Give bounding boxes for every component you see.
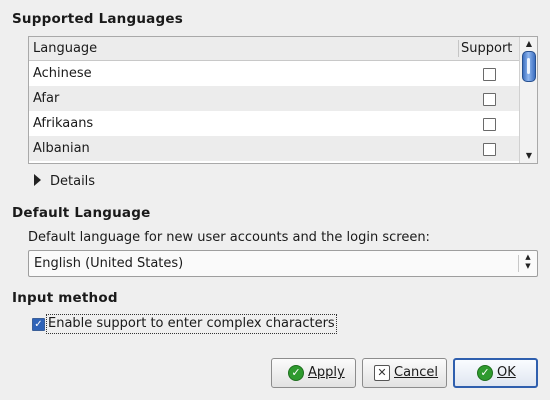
complex-characters-checkbox[interactable]: ✓ (32, 318, 45, 331)
language-name: Afrikaans (33, 116, 94, 131)
support-checkbox[interactable] (483, 93, 496, 106)
vertical-scrollbar[interactable]: ▲ ▼ (519, 37, 537, 163)
support-checkbox[interactable] (483, 68, 496, 81)
check-circle-icon: ✓ (288, 365, 304, 381)
table-row[interactable]: Achinese (29, 61, 519, 86)
scrollbar-thumb[interactable] (522, 51, 536, 82)
table-row[interactable]: Afrikaans (29, 111, 519, 136)
check-circle-icon: ✓ (477, 365, 493, 381)
language-name: Afar (33, 91, 60, 106)
scroll-up-arrow-icon[interactable]: ▲ (520, 38, 538, 50)
default-language-select[interactable]: English (United States) ▲ ▼ (28, 250, 538, 277)
column-header-support[interactable]: Support (461, 41, 512, 56)
expander-triangle-icon (34, 174, 41, 186)
cancel-button[interactable]: ✕ Cancel (362, 358, 447, 388)
table-row[interactable]: Afar (29, 86, 519, 111)
input-method-title: Input method (12, 290, 118, 306)
ok-button-label: OK (497, 365, 516, 380)
table-body: Achinese Afar Afrikaans Albanian (29, 61, 519, 161)
cancel-x-icon: ✕ (374, 365, 390, 381)
updown-arrows-icon: ▲ ▼ (525, 253, 531, 270)
support-checkbox[interactable] (483, 143, 496, 156)
ok-button[interactable]: ✓ OK (453, 358, 538, 388)
default-language-description: Default language for new user accounts a… (28, 230, 430, 245)
complex-characters-label[interactable]: Enable support to enter complex characte… (46, 314, 337, 334)
selected-language: English (United States) (34, 256, 184, 271)
scroll-down-arrow-icon[interactable]: ▼ (520, 150, 538, 162)
details-label: Details (50, 174, 96, 189)
details-expander[interactable]: Details (34, 174, 95, 189)
default-language-title: Default Language (12, 205, 151, 221)
language-name: Albanian (33, 141, 90, 156)
column-divider (458, 40, 459, 57)
support-checkbox[interactable] (483, 118, 496, 131)
combo-divider (518, 255, 519, 272)
apply-button[interactable]: ✓ Apply (271, 358, 356, 388)
supported-languages-title: Supported Languages (12, 11, 183, 27)
table-row[interactable]: Albanian (29, 136, 519, 161)
cancel-button-label: Cancel (394, 365, 439, 380)
table-header: Language Support (29, 37, 519, 61)
languages-table: Language Support Achinese Afar Afrikaans… (28, 36, 538, 164)
column-header-language[interactable]: Language (33, 41, 97, 56)
language-name: Achinese (33, 66, 92, 81)
apply-button-label: Apply (308, 365, 345, 380)
